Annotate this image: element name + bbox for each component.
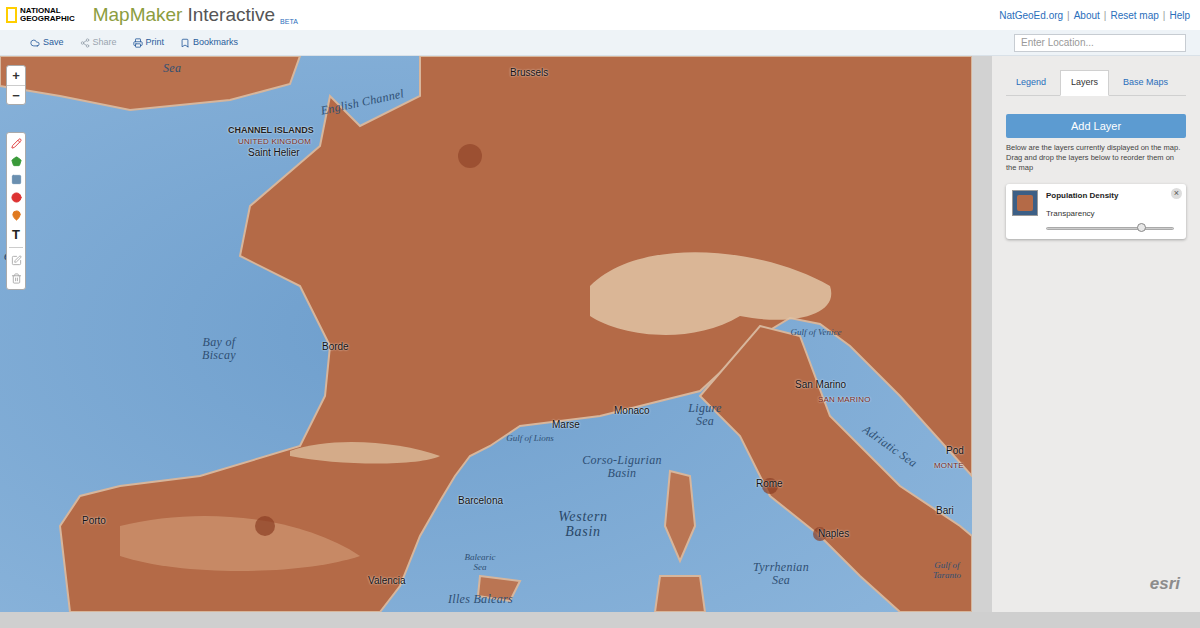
transparency-slider[interactable] [1046,223,1174,233]
map-label: Gulf of Venice [790,328,842,338]
polygon-icon [11,156,22,167]
edit-icon [11,255,22,266]
logo-frame-icon [6,7,17,23]
toolbar-button[interactable]: Bookmarks [180,36,238,50]
map-label: Naples [818,529,849,539]
text-tool[interactable]: T [8,226,24,242]
layer-card[interactable]: Population Density Transparency × [1006,184,1186,239]
pencil-icon [11,138,22,149]
transparency-label: Transparency [1046,208,1180,220]
draw-tools: T [6,132,26,290]
map-label: Saint Helier [248,148,300,158]
map-label: Ligure Sea [680,402,730,428]
map-label: Barcelona [458,496,503,506]
subtitle: Interactive [187,1,275,30]
header-link[interactable]: About [1074,8,1100,23]
map-label: Bay of Biscay [188,336,250,362]
map-label: Sea [163,62,181,75]
panel-tab[interactable]: Base Maps [1113,71,1178,95]
map-label: MONTE [934,462,964,470]
draw-tool[interactable] [8,136,24,151]
map-label: UNITED KINGDOM [238,138,311,146]
natgeo-logo[interactable]: NATIONALGEOGRAPHIC [6,7,75,23]
remove-layer-button[interactable]: × [1171,188,1182,199]
map-label: Pod [946,446,964,456]
header-link[interactable]: Help [1169,8,1190,23]
map-strip [972,56,992,612]
map-label: Marse [552,420,580,430]
map-label: San Marino [795,380,846,390]
edit-tool[interactable] [8,253,24,268]
share-icon [80,38,90,48]
toolbar: Save Share Print Bookmarks [0,30,1200,56]
side-panel: LegendLayersBase Maps Add Layer Below are … [992,56,1200,612]
esri-logo: esri [1150,571,1180,597]
zoom-button[interactable]: − [7,85,25,104]
trash-icon [11,273,22,284]
slider-thumb[interactable] [1137,223,1146,232]
cloud-icon [30,38,40,48]
beta-badge: BETA [280,17,298,28]
bottom-bar [0,612,1200,628]
map-label: Balearic Sea [458,553,502,573]
map[interactable]: SeaEnglish ChannelCHANNEL ISLANDSUNITED … [0,56,972,612]
map-label: Bari [936,506,954,516]
map-label: Monaco [614,406,650,416]
link-separator: | [1163,8,1166,23]
panel-tab[interactable]: Legend [1006,71,1056,95]
draw-tool[interactable] [8,190,24,205]
location-search[interactable] [1014,34,1186,52]
map-label: Porto [82,516,106,526]
draw-tool[interactable] [8,154,24,169]
marker-icon [11,210,22,221]
map-label: Gulf of Lions [505,434,555,444]
zoom-control: +− [6,65,26,105]
map-label: SAN MARINO [818,396,871,404]
map-label: Corso-Ligurian Basin [572,454,672,480]
main: SeaEnglish ChannelCHANNEL ISLANDSUNITED … [0,56,1200,612]
map-label: CHANNEL ISLANDS [228,126,314,135]
toolbar-button[interactable]: Save [30,36,64,50]
add-layer-button[interactable]: Add Layer [1006,114,1186,139]
map-label: Brussels [510,68,548,78]
zoom-button[interactable]: + [7,66,25,85]
layer-name: Population Density [1046,190,1180,202]
layer-thumbnail-icon [1012,190,1038,216]
map-label: Valencia [368,576,406,586]
logo-text: NATIONAL [20,7,75,15]
printer-icon [133,38,143,48]
logo-text: GEOGRAPHIC [20,15,75,23]
layers-help: Below are the layers currently displayed… [1006,143,1186,172]
app-title: MapMakerInteractive BETA [93,1,298,30]
header-link[interactable]: NatGeoEd.org [999,8,1063,23]
rectangle-icon [11,174,22,185]
panel-tab[interactable]: Layers [1060,70,1109,96]
draw-tool[interactable] [8,172,24,187]
link-separator: | [1067,8,1070,23]
link-separator: | [1104,8,1107,23]
title: MapMaker [93,1,183,30]
map-label: Borde [322,342,349,352]
map-label: Rome [756,479,783,489]
map-label: Western Basin [548,509,618,540]
draw-tool[interactable] [8,208,24,223]
toolbar-button[interactable]: Print [133,36,165,50]
app: NATIONALGEOGRAPHIC MapMakerInteractive BET… [0,0,1200,628]
circle-icon [11,192,22,203]
header-link[interactable]: Reset map [1110,8,1158,23]
delete-tool[interactable] [8,271,24,286]
header: NATIONALGEOGRAPHIC MapMakerInteractive BET… [0,0,1200,30]
panel-tabs: LegendLayersBase Maps [1006,70,1186,96]
header-links: NatGeoEd.org|About|Reset map|Help [999,8,1194,23]
map-label: Tyrrhenian Sea [745,561,817,587]
map-label: Illes Balears [448,593,513,606]
map-label: Gulf of Taranto [926,561,968,581]
toolbar-button[interactable]: Share [80,36,117,50]
brand: NATIONALGEOGRAPHIC MapMakerInteractive BET… [6,1,298,30]
bookmark-icon [180,38,190,48]
